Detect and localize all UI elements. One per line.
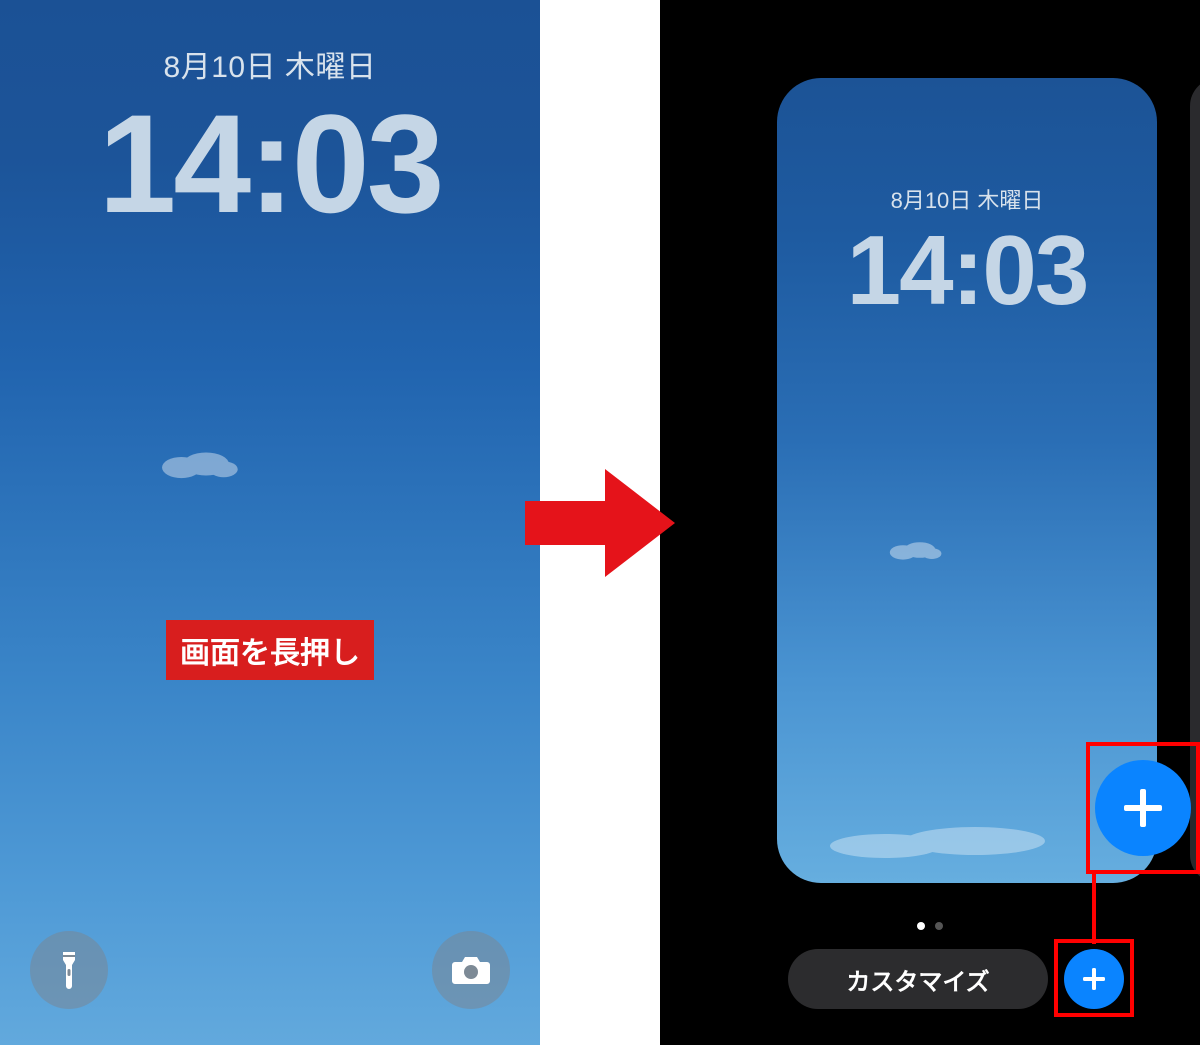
wallpaper-gallery: 8月10日 木曜日 14:03 カスタマイズ	[660, 0, 1200, 1045]
cloud-decoration	[885, 538, 945, 562]
add-wallpaper-overlay-button[interactable]	[1095, 760, 1191, 856]
next-wallpaper-peek[interactable]	[1190, 78, 1200, 883]
camera-icon	[451, 954, 491, 986]
preview-date: 8月10日 木曜日	[777, 78, 1157, 215]
flashlight-icon	[54, 950, 84, 990]
lockscreen[interactable]: 8月10日 木曜日 14:03 画面を長押し	[0, 0, 540, 1045]
customize-button[interactable]: カスタマイズ	[788, 949, 1048, 1009]
annotation-connector	[1092, 874, 1096, 944]
flashlight-button[interactable]	[30, 931, 108, 1009]
camera-button[interactable]	[432, 931, 510, 1009]
page-dot-active	[917, 922, 925, 930]
instruction-callout: 画面を長押し	[166, 620, 374, 680]
lockscreen-time: 14:03	[0, 94, 540, 234]
cloud-decoration	[155, 446, 243, 482]
lockscreen-date: 8月10日 木曜日	[0, 0, 540, 86]
preview-time: 14:03	[777, 221, 1157, 319]
plus-icon	[1080, 965, 1108, 993]
page-dot	[935, 922, 943, 930]
arrow-icon	[525, 463, 675, 583]
cloud-wisp	[825, 811, 1065, 861]
page-indicator	[917, 922, 943, 930]
wallpaper-preview[interactable]: 8月10日 木曜日 14:03	[777, 78, 1157, 883]
add-wallpaper-button[interactable]	[1064, 949, 1124, 1009]
plus-icon	[1120, 785, 1166, 831]
